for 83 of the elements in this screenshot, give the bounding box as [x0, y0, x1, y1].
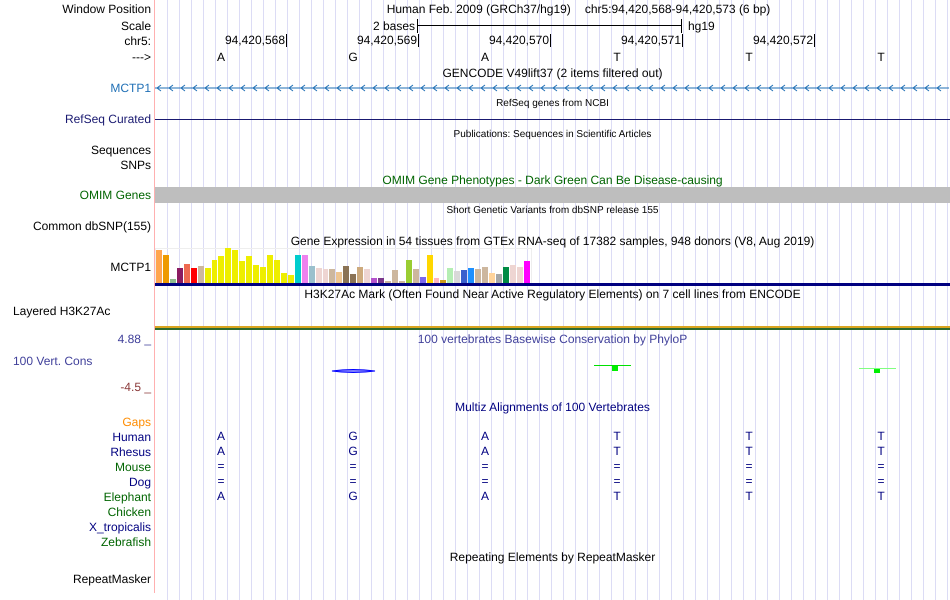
coordinate-tick: 94,420,572	[683, 34, 815, 47]
aligned-base: =	[877, 474, 884, 488]
track-label: Human	[112, 430, 151, 444]
track-label: Scale	[120, 18, 151, 32]
aligned-base: G	[348, 444, 358, 458]
aligned-base: A	[216, 444, 225, 458]
aligned-base: =	[349, 459, 356, 473]
aligned-base: G	[348, 429, 358, 443]
track-label: Rhesus	[110, 444, 151, 458]
aligned-base: G	[348, 489, 358, 503]
aligned-base: T	[745, 489, 753, 503]
base-letter: G	[348, 50, 358, 64]
scale-assembly: hg19	[687, 18, 715, 32]
coordinate-tick: 94,420,568	[155, 34, 287, 47]
aligned-base: A	[480, 444, 489, 458]
base-letter: A	[480, 50, 489, 64]
aligned-base: =	[481, 474, 488, 488]
track-label: Layered H3K27Ac	[13, 304, 110, 318]
aligned-base: T	[877, 429, 885, 443]
coordinate-tick: 94,420,571	[551, 34, 683, 47]
conservation-mark	[859, 368, 896, 373]
track-label: RefSeq Curated	[64, 112, 151, 126]
track-label: Common dbSNP(155)	[32, 218, 151, 232]
track-title: H3K27Ac Mark (Often Found Near Active Regulatory Elements) on 7 cell lines from ENCODE	[304, 286, 801, 300]
aligned-base: =	[481, 459, 488, 473]
base-letter: A	[216, 50, 225, 64]
track-title: GENCODE V49lift37 (2 items filtered out)	[442, 66, 663, 80]
aligned-base: =	[217, 474, 224, 488]
track-label: Chicken	[108, 504, 151, 518]
aligned-base: =	[613, 459, 620, 473]
track-label: Window Position	[62, 2, 151, 16]
aligned-base: A	[480, 429, 489, 443]
track-title: Short Genetic Variants from dbSNP release 155	[446, 205, 658, 216]
track-label: Elephant	[104, 490, 151, 504]
aligned-base: =	[613, 474, 620, 488]
aligned-base: T	[877, 444, 885, 458]
aligned-base: T	[613, 489, 621, 503]
assembly-name: Human Feb. 2009 (GRCh37/hg19)	[386, 2, 571, 16]
track-label: Zebrafish	[100, 534, 151, 548]
track-title: OMIM Gene Phenotypes - Dark Green Can Be Disease-causing	[382, 172, 723, 186]
aligned-base: =	[745, 459, 752, 473]
aligned-base: T	[745, 429, 753, 443]
aligned-base: =	[745, 474, 752, 488]
track-label: Mouse	[114, 460, 151, 474]
base-letter: T	[745, 50, 753, 64]
aligned-base: =	[217, 459, 224, 473]
track-title: 100 vertebrates Basewise Conservation by PhyloP	[416, 331, 688, 347]
track-label: MCTP1	[110, 260, 151, 274]
track-label: Sequences	[90, 142, 151, 156]
strand-label: --->	[132, 50, 151, 64]
base-letter: T	[613, 50, 621, 64]
coordinate-tick: 94,420,569	[287, 34, 419, 47]
conservation-mark	[594, 365, 631, 371]
track-label: chr5:	[124, 34, 151, 48]
scale-text: 2 bases	[372, 18, 416, 32]
aligned-base: T	[613, 444, 621, 458]
aligned-base: T	[745, 444, 753, 458]
track-label: Dog	[128, 474, 151, 488]
genome-position: chr5:94,420,568-94,420,573 (6 bp)	[584, 2, 770, 16]
track-label: RepeatMasker	[72, 572, 151, 586]
aligned-base: T	[877, 489, 885, 503]
aligned-base: T	[613, 429, 621, 443]
coordinate-tick: 94,420,570	[419, 34, 551, 47]
track-label: 100 Vert. Cons	[12, 355, 94, 367]
aligned-base: =	[349, 474, 356, 488]
aligned-base: A	[216, 429, 225, 443]
track-label: X_tropicalis	[88, 520, 151, 534]
track-title: Gene Expression in 54 tissues from GTEx RNA-seq of 17382 samples, 948 donors (V8, Aug 2019)	[290, 234, 814, 248]
aligned-base: =	[877, 459, 884, 473]
track-title: Multiz Alignments of 100 Vertebrates	[455, 400, 650, 414]
track-label: OMIM Genes	[80, 188, 151, 202]
track-label: MCTP1	[110, 81, 151, 95]
track-title: RefSeq genes from NCBI	[496, 98, 609, 109]
conservation-mark	[332, 369, 376, 373]
aligned-base: A	[216, 489, 225, 503]
axis-min-label: -4.5 _	[119, 381, 151, 393]
track-title: Repeating Elements by RepeatMasker	[450, 550, 656, 564]
axis-max-label: 4.88 _	[116, 333, 151, 345]
track-label: SNPs	[120, 158, 151, 172]
base-letter: T	[877, 50, 885, 64]
track-title: Publications: Sequences in Scientific Articles	[454, 129, 652, 140]
aligned-base: A	[480, 489, 489, 503]
track-label: Gaps	[122, 414, 151, 428]
